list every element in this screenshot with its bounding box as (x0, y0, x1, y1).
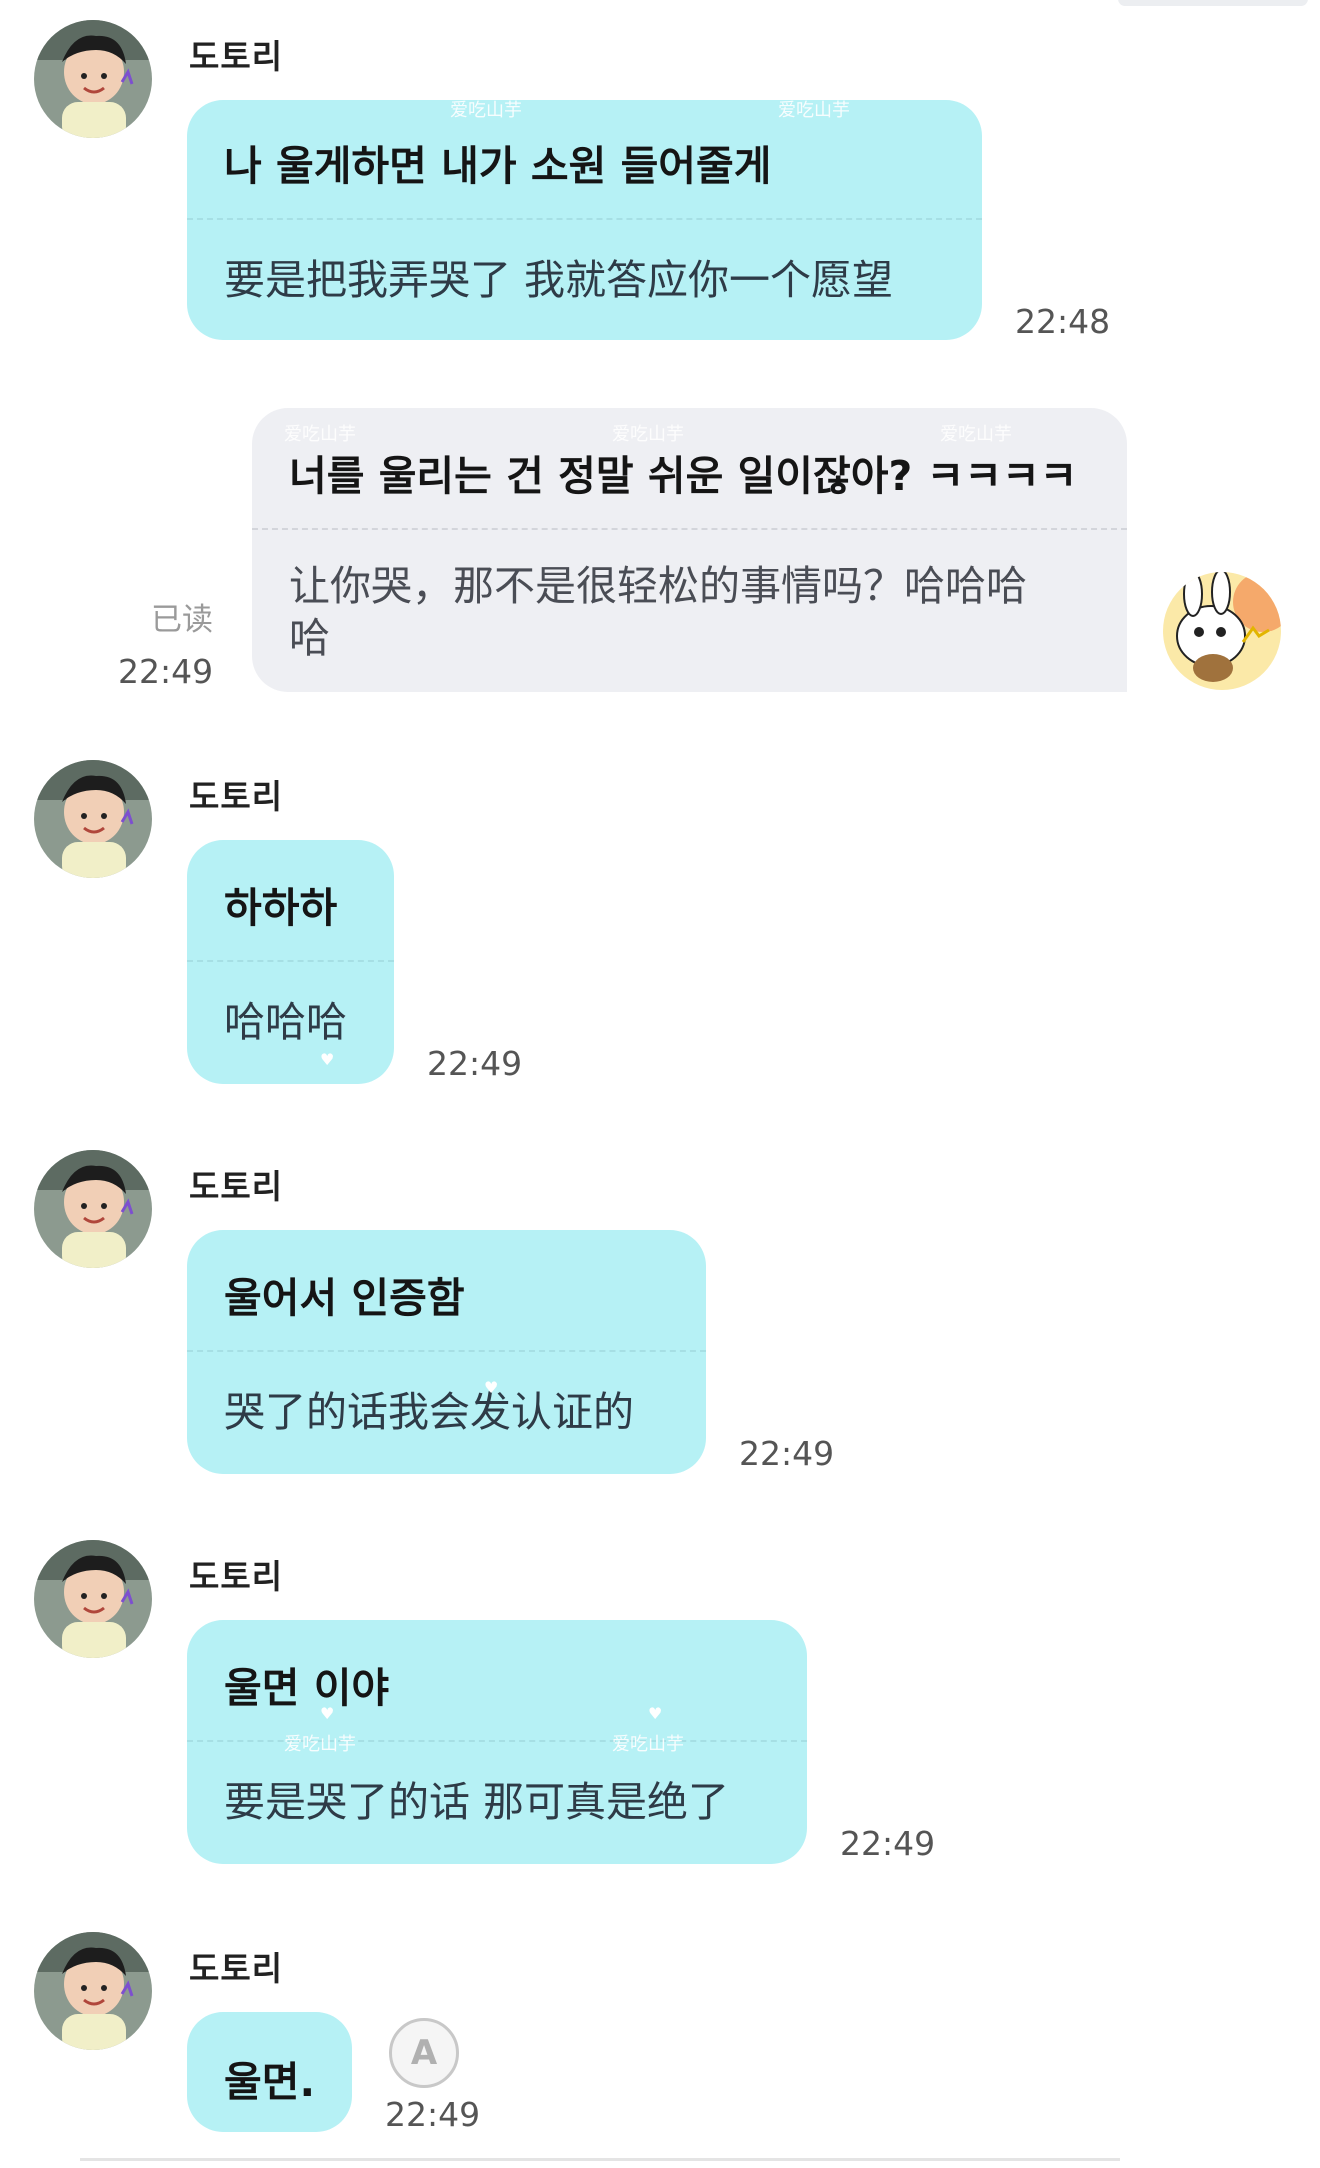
message-bubble[interactable]: 울어서 인증함 哭了的话我会发认证的 (187, 1230, 706, 1474)
watermark: 爱吃山芋 (778, 100, 850, 121)
top-status-pill (1118, 0, 1308, 6)
message-time: 22:49 (840, 1824, 936, 1863)
sender-avatar[interactable] (34, 760, 152, 878)
chinese-translation: 要是哭了的话 那可真是绝了 (224, 1778, 730, 1826)
heart-watermark-icon: ♥ (320, 1050, 335, 1069)
own-avatar[interactable] (1163, 572, 1281, 690)
bottom-divider (80, 2158, 1120, 2161)
chinese-translation: 要是把我弄哭了 我就答应你一个愿望 (224, 256, 894, 304)
sender-name: 도토리 (189, 1949, 284, 1988)
chinese-translation: 哈哈哈 (224, 998, 347, 1046)
watermark: 爱吃山芋 (284, 1734, 356, 1755)
message-bubble[interactable]: 울면. (187, 2012, 352, 2132)
message-bubble[interactable]: 울면 이야 要是哭了的话 那可真是绝了 (187, 1620, 807, 1864)
message-time: 22:49 (427, 1044, 523, 1083)
message-bubble[interactable]: 나 울게하면 내가 소원 들어줄게 要是把我弄哭了 我就答应你一个愿望 (187, 100, 982, 340)
message-time: 22:49 (739, 1434, 835, 1473)
heart-watermark-icon: ♥ (484, 1378, 499, 1397)
sender-avatar[interactable] (34, 1150, 152, 1268)
read-status: 已读 (151, 602, 213, 638)
sender-name: 도토리 (189, 1167, 284, 1206)
watermark: 爱吃山芋 (450, 100, 522, 121)
watermark: 爱吃山芋 (940, 424, 1012, 445)
chinese-translation: 哭了的话我会发认证的 (224, 1388, 634, 1436)
korean-text: 울어서 인증함 (224, 1274, 465, 1322)
message-bubble[interactable]: 하하하 哈哈哈 (187, 840, 394, 1084)
watermark: 爱吃山芋 (612, 1734, 684, 1755)
divider (187, 1740, 807, 1742)
message-time: 22:49 (118, 652, 214, 691)
divider (187, 960, 394, 962)
korean-text: 너를 울리는 건 정말 쉬운 일이잖아? ㅋㅋㅋㅋ (289, 452, 1078, 500)
translate-icon[interactable]: A (389, 2018, 459, 2088)
sender-avatar[interactable] (34, 1540, 152, 1658)
divider (187, 1350, 706, 1352)
korean-text: 울면 이야 (224, 1664, 390, 1712)
heart-watermark-icon: ♥ (648, 1704, 663, 1723)
sender-name: 도토리 (189, 37, 284, 76)
korean-text: 울면. (224, 2058, 316, 2106)
korean-text: 나 울게하면 내가 소원 들어줄게 (224, 142, 772, 190)
message-bubble[interactable]: 너를 울리는 건 정말 쉬운 일이잖아? ㅋㅋㅋㅋ 让你哭，那不是很轻松的事情吗… (252, 408, 1127, 692)
sender-name: 도토리 (189, 1557, 284, 1596)
chinese-translation-line2: 哈 (289, 614, 330, 662)
divider (252, 528, 1127, 530)
watermark: 爱吃山芋 (612, 424, 684, 445)
sender-name: 도토리 (189, 777, 284, 816)
watermark: 爱吃山芋 (284, 424, 356, 445)
sender-avatar[interactable] (34, 1932, 152, 2050)
divider (187, 218, 982, 220)
korean-text: 하하하 (224, 884, 338, 932)
chinese-translation-line1: 让你哭，那不是很轻松的事情吗？哈哈哈 (289, 562, 1027, 610)
message-time: 22:49 (385, 2095, 481, 2134)
heart-watermark-icon: ♥ (320, 1704, 335, 1723)
sender-avatar[interactable] (34, 20, 152, 138)
message-time: 22:48 (1015, 302, 1111, 341)
